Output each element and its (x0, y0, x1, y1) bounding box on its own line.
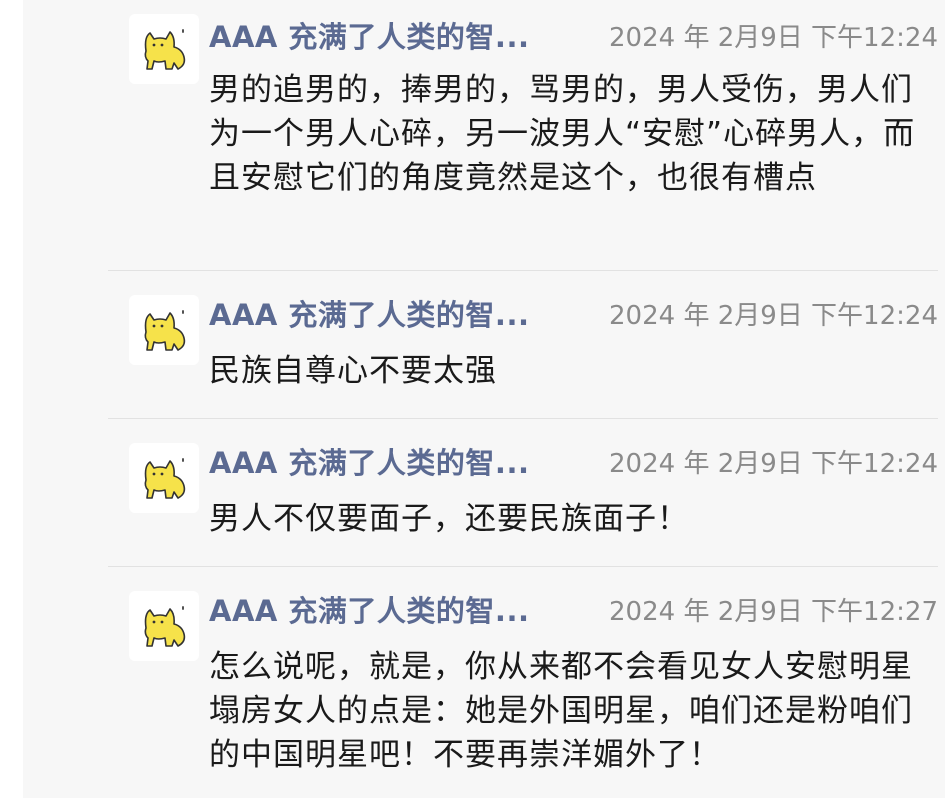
reply-header: AAA 充满了人类的智... 2024 年 2月9日 下午12:24 (209, 441, 938, 481)
replies-panel: AAA 充满了人类的智... 2024 年 2月9日 下午12:24 男的追男的… (23, 0, 945, 798)
timestamp: 2024 年 2月9日 下午12:24 (609, 300, 938, 331)
reply-content: 男人不仅要面子，还要民族面子！ (209, 501, 689, 537)
reply-header: AAA 充满了人类的智... 2024 年 2月9日 下午12:27 (209, 589, 938, 629)
user-avatar[interactable] (129, 443, 199, 513)
timestamp: 2024 年 2月9日 下午12:24 (609, 448, 938, 479)
nickname[interactable]: AAA 充满了人类的智... (209, 292, 529, 334)
reply-item[interactable]: AAA 充满了人类的智... 2024 年 2月9日 下午12:24 男人不仅要… (108, 418, 938, 567)
user-avatar[interactable] (129, 295, 199, 365)
reply-content: 民族自尊心不要太强 (209, 353, 497, 389)
reply-content: 怎么说呢，就是，你从来都不会看见女人安慰明星塌房女人的点是：她是外国明星，咱们还… (209, 649, 913, 773)
timestamp: 2024 年 2月9日 下午12:27 (609, 596, 938, 627)
nickname[interactable]: AAA 充满了人类的智... (209, 14, 529, 56)
reply-item[interactable]: AAA 充满了人类的智... 2024 年 2月9日 下午12:27 怎么说呢，… (108, 566, 938, 799)
reply-header: AAA 充满了人类的智... 2024 年 2月9日 下午12:24 (209, 293, 938, 333)
reply-item[interactable]: AAA 充满了人类的智... 2024 年 2月9日 下午12:24 男的追男的… (108, 0, 938, 270)
timestamp: 2024 年 2月9日 下午12:24 (609, 22, 938, 53)
reply-content: 男的追男的，捧男的，骂男的，男人受伤，男人们为一个男人心碎，另一波男人“安慰”心… (209, 72, 916, 196)
reply-item[interactable]: AAA 充满了人类的智... 2024 年 2月9日 下午12:24 民族自尊心… (108, 270, 938, 419)
cat-avatar-icon (144, 310, 186, 351)
cat-avatar-icon (144, 458, 186, 499)
nickname[interactable]: AAA 充满了人类的智... (209, 440, 529, 482)
cat-avatar-icon (144, 606, 186, 647)
reply-header: AAA 充满了人类的智... 2024 年 2月9日 下午12:24 (209, 15, 938, 55)
cat-avatar-icon (144, 29, 186, 70)
user-avatar[interactable] (129, 591, 199, 661)
user-avatar[interactable] (129, 14, 199, 84)
nickname[interactable]: AAA 充满了人类的智... (209, 588, 529, 630)
